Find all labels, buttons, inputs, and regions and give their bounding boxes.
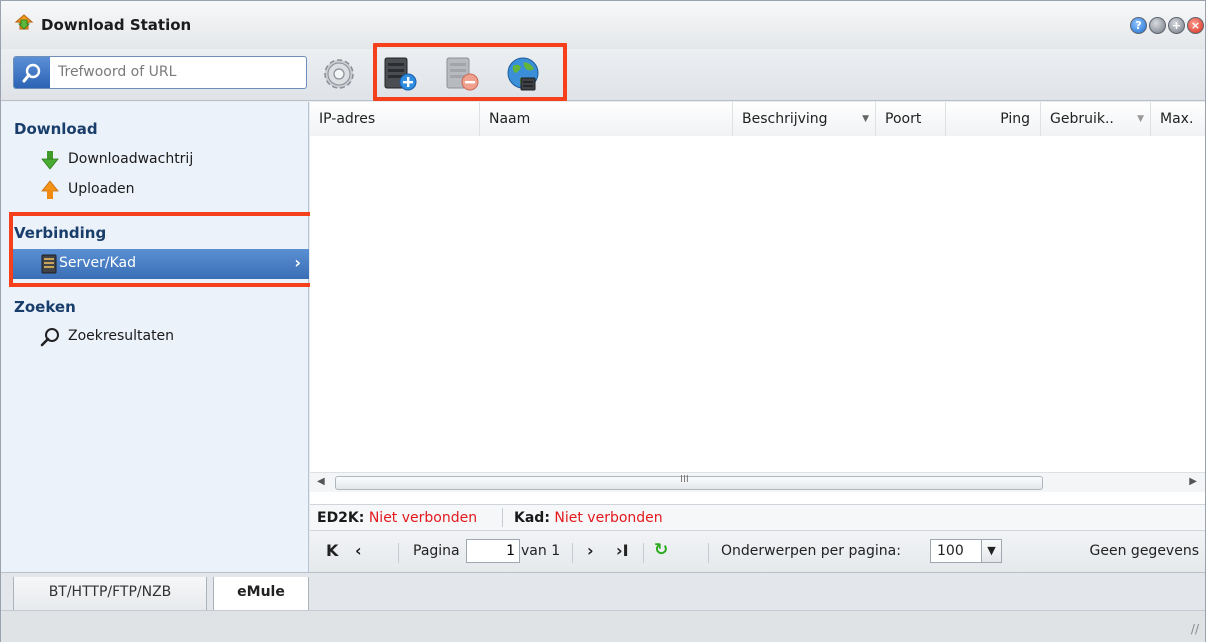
last-page-icon[interactable]: ›I [616,541,629,560]
title-bar: Download Station ? + × [1,1,1205,49]
sidebar-item-uploaden[interactable]: Uploaden [14,176,306,204]
horizontal-scrollbar[interactable]: ◀ III ▶ [310,472,1205,492]
resize-grip-icon[interactable]: // [1191,622,1199,636]
gear-icon[interactable] [319,54,359,94]
column-ping[interactable]: Ping [946,102,1041,136]
scroll-right-icon[interactable]: ▶ [1189,476,1197,487]
help-icon[interactable]: ? [1130,17,1147,34]
status-divider [502,508,503,527]
page-label: Pagina [413,543,460,559]
sidebar-section-zoeken: Zoeken [14,298,76,316]
sidebar-section-download: Download [14,120,98,138]
sidebar-item-downloadwachtrij[interactable]: Downloadwachtrij [14,146,306,174]
page-number-input[interactable] [466,539,520,563]
tab-bt-http-ftp-nzb[interactable]: BT/HTTP/FTP/NZB [13,577,207,611]
window-title: Download Station [41,16,192,34]
scroll-grip-icon: III [680,474,689,485]
scrollbar-thumb[interactable]: III [335,474,1043,490]
upload-arrow-icon [41,180,59,199]
tab-emule[interactable]: eMule [213,577,309,611]
sidebar-item-label: Downloadwachtrij [68,151,194,167]
chevron-down-icon[interactable]: ▼ [981,540,1001,562]
sidebar-item-zoekresultaten[interactable]: Zoekresultaten [14,323,306,351]
toolbar-highlight-box [373,43,567,101]
download-station-window: Download Station ? + × Trefwoord of URL … [0,0,1206,642]
kad-status: Kad: Niet verbonden [514,510,663,526]
minimize-icon[interactable] [1149,17,1166,34]
pagination-bar: K ‹ Pagina van 1 › ›I ↻ Onderwerpen per … [310,530,1205,572]
previous-page-icon[interactable]: ‹ [355,541,362,560]
column-beschrijving[interactable]: Beschrijving ▼ [733,102,876,136]
tab-strip: BT/HTTP/FTP/NZB eMule [1,572,1205,611]
footer-bar: // [1,610,1205,642]
download-arrow-icon [41,151,59,170]
search-input[interactable] [58,62,298,82]
column-gebruik[interactable]: Gebruik.. ▼ [1041,102,1151,136]
search-icon [22,63,41,83]
first-page-icon[interactable]: K [326,541,338,560]
sidebar-item-label: Zoekresultaten [68,328,175,344]
maximize-icon[interactable]: + [1168,17,1185,34]
verbinding-highlight-box [9,212,315,287]
connection-status-bar: ED2K: Niet verbonden Kad: Niet verbonden [310,504,1205,530]
column-menu-icon[interactable]: ▼ [862,102,869,136]
column-poort[interactable]: Poort [876,102,946,136]
download-station-logo-icon [14,14,34,30]
refresh-icon[interactable]: ↻ [654,540,668,560]
pager-divider [643,543,644,563]
pager-divider [708,543,709,563]
column-naam[interactable]: Naam [480,102,733,136]
next-page-icon[interactable]: › [587,541,594,560]
page-count: van 1 [521,543,561,559]
search-box [13,56,307,89]
column-menu-icon[interactable]: ▼ [1137,102,1144,136]
column-ip-adres[interactable]: IP-adres [310,102,480,136]
column-max[interactable]: Max. [1151,102,1205,136]
sidebar-item-label: Uploaden [68,181,135,197]
pager-divider [398,543,399,563]
search-button[interactable] [14,57,50,88]
sidebar: Download Downloadwachtrij Uploaden Verbi… [1,102,309,572]
empty-status-text: Geen gegevens [1089,543,1199,559]
scroll-left-icon[interactable]: ◀ [317,476,325,487]
per-page-label: Onderwerpen per pagina: [721,543,901,559]
per-page-select[interactable]: 100 ▼ [930,539,1002,563]
pager-divider [572,543,573,563]
search-icon [40,328,59,347]
ed2k-status: ED2K: Niet verbonden [317,510,478,526]
close-icon[interactable]: × [1187,17,1204,34]
per-page-value: 100 [937,543,964,559]
server-list-panel: IP-adres Naam Beschrijving ▼ Poort Ping G… [310,102,1205,572]
grid-header: IP-adres Naam Beschrijving ▼ Poort Ping G… [310,102,1205,136]
toolbar [1,49,1205,101]
